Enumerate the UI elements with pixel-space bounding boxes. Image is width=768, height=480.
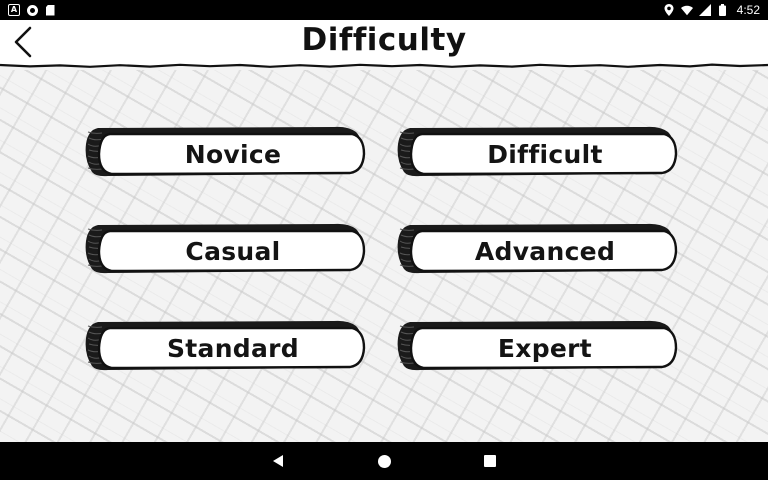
sync-circle-icon xyxy=(26,4,38,16)
system-nav-bar xyxy=(0,442,768,480)
nav-back-button[interactable] xyxy=(266,449,290,473)
location-icon xyxy=(663,4,675,16)
page-title: Difficulty xyxy=(301,22,467,58)
expert-label: Expert xyxy=(497,333,593,363)
standard-button[interactable]: Standard xyxy=(84,318,368,374)
novice-label: Novice xyxy=(184,139,282,169)
advanced-button[interactable]: Advanced xyxy=(396,221,680,277)
expert-button[interactable]: Expert xyxy=(396,318,680,374)
casual-label: Casual xyxy=(185,236,281,266)
back-triangle-icon xyxy=(273,455,283,467)
sd-card-icon xyxy=(44,4,56,16)
status-right-icons: 4:52 xyxy=(663,3,760,17)
novice-button[interactable]: Novice xyxy=(84,124,368,180)
status-left-icons: A xyxy=(8,4,56,16)
advanced-label: Advanced xyxy=(474,236,616,266)
nav-recents-button[interactable] xyxy=(478,449,502,473)
battery-icon xyxy=(717,4,729,16)
difficulty-menu: Novice Difficult Casual Advanced Standar… xyxy=(0,70,768,442)
home-circle-icon xyxy=(377,454,391,468)
notification-a-icon: A xyxy=(8,4,20,16)
difficult-label: Difficult xyxy=(487,139,603,169)
difficult-button[interactable]: Difficult xyxy=(396,124,680,180)
signal-icon xyxy=(698,4,711,16)
status-time: 4:52 xyxy=(736,3,760,17)
standard-label: Standard xyxy=(166,333,299,363)
nav-home-button[interactable] xyxy=(372,449,396,473)
wifi-icon xyxy=(680,4,693,16)
casual-button[interactable]: Casual xyxy=(84,221,368,277)
status-bar: A 4:52 xyxy=(0,0,768,20)
recents-square-icon xyxy=(484,455,496,467)
